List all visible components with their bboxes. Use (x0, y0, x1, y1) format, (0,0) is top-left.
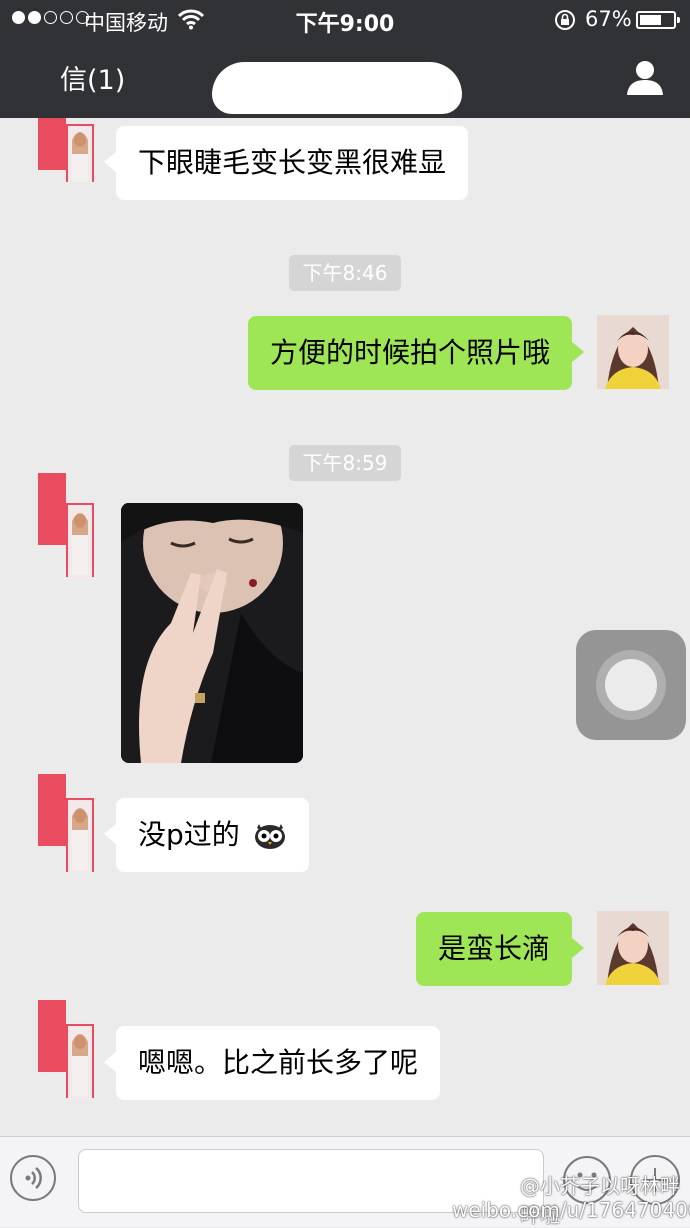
profile-icon[interactable] (626, 60, 664, 96)
avatar-image (38, 118, 94, 182)
message-text: 嗯嗯。比之前长多了呢 (138, 1046, 419, 1079)
avatar-image (38, 473, 94, 577)
avatar-image (597, 315, 669, 389)
back-button[interactable]: 信(1) (60, 58, 125, 97)
battery-percent: 67% (585, 7, 632, 31)
message-bubble-outgoing[interactable]: 方便的时候拍个照片哦 (247, 316, 585, 390)
weibo-logo-icon (472, 1164, 514, 1196)
message-text: 没p过的 (138, 818, 240, 851)
message-text: 下眼睫毛变长变黑很难显 (138, 146, 447, 179)
owl-emoji (254, 824, 285, 849)
top-bar: 中国移动 下午9:00 67% 信(1) (0, 0, 690, 118)
chat-title-redacted (212, 62, 462, 114)
voice-icon (25, 1167, 42, 1189)
message-timestamp: 下午8:46 (289, 255, 401, 291)
message-text: 是蛮长滴 (437, 932, 550, 965)
avatar-image (38, 1000, 94, 1098)
watermark-url: weibo.com/u/1764704060 (452, 1198, 690, 1222)
message-bubble-incoming[interactable]: 下眼睫毛变长变黑很难显 (103, 126, 469, 200)
contact-avatar[interactable] (38, 473, 94, 601)
message-timestamp: 下午8:59 (289, 445, 401, 481)
selfie-photo (121, 503, 303, 763)
message-bubble-incoming[interactable]: 没p过的 (104, 798, 309, 872)
battery-icon (636, 11, 680, 29)
chat-area[interactable]: 下眼睫毛变长变黑很难显 下午8:46 方便的时候拍个照片哦 下午8:59 没p过… (0, 118, 690, 1136)
message-bubble-incoming[interactable]: 嗯嗯。比之前长多了呢 (103, 1026, 441, 1100)
avatar-image (597, 911, 669, 985)
my-avatar[interactable] (597, 911, 669, 985)
message-image[interactable] (121, 503, 303, 763)
message-bubble-outgoing[interactable]: 是蛮长滴 (415, 912, 585, 986)
contact-avatar[interactable] (38, 118, 94, 228)
contact-avatar[interactable] (38, 774, 94, 902)
rotation-lock-icon (555, 10, 575, 30)
my-avatar[interactable] (597, 315, 669, 389)
voice-button[interactable] (10, 1155, 56, 1201)
assistive-touch-button[interactable] (576, 630, 686, 740)
avatar-image (38, 774, 94, 872)
contact-avatar[interactable] (38, 1000, 94, 1128)
status-bar: 中国移动 下午9:00 67% (0, 0, 690, 40)
message-text: 方便的时候拍个照片哦 (269, 336, 550, 369)
